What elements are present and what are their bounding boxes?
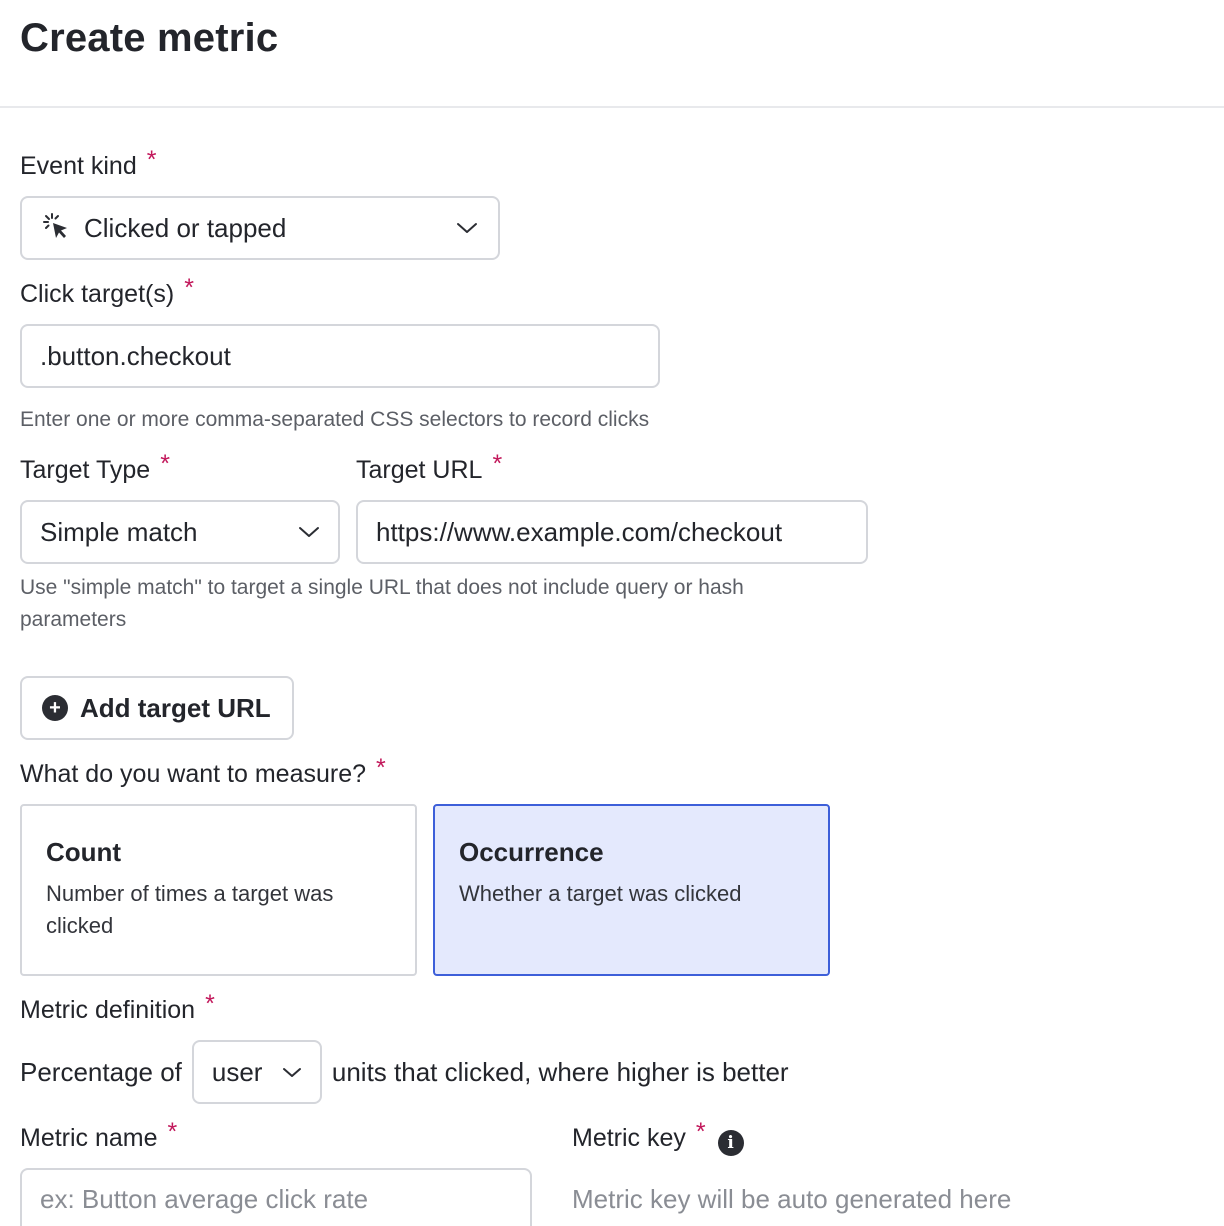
target-url-label-text: Target URL xyxy=(356,456,483,484)
click-targets-help: Enter one or more comma-separated CSS se… xyxy=(20,408,650,431)
event-kind-label-text: Event kind xyxy=(20,152,137,180)
required-marker: * xyxy=(695,1118,706,1146)
chevron-down-icon xyxy=(282,1066,302,1079)
count-option-description: Number of times a target was clicked xyxy=(46,881,334,938)
event-kind-select[interactable]: Clicked or tapped xyxy=(20,196,500,260)
required-marker: * xyxy=(167,1118,178,1146)
unit-value: user xyxy=(211,1056,263,1087)
metric-key-label-text: Metric key xyxy=(572,1124,686,1152)
chevron-down-icon xyxy=(456,221,478,235)
target-type-help: Use "simple match" to target a single UR… xyxy=(20,576,744,631)
event-kind-label: Event kind * xyxy=(20,146,156,182)
info-icon[interactable]: i xyxy=(717,1130,744,1156)
metric-name-label-text: Metric name xyxy=(20,1124,158,1152)
metric-definition-label-text: Metric definition xyxy=(20,996,196,1024)
target-type-label-text: Target Type xyxy=(20,456,151,484)
measure-option-occurrence[interactable]: Occurrence Whether a target was clicked xyxy=(433,804,830,976)
page-title: Create metric xyxy=(20,16,279,60)
target-type-select[interactable]: Simple match xyxy=(20,500,340,564)
unit-select[interactable]: user xyxy=(191,1040,322,1104)
chevron-down-icon xyxy=(298,525,320,539)
click-targets-label-text: Click target(s) xyxy=(20,280,175,308)
create-metric-page: Create metric Event kind * Clicked or tap… xyxy=(0,0,1224,1226)
required-marker: * xyxy=(184,274,194,302)
required-marker: * xyxy=(376,754,386,782)
plus-circle-icon: + xyxy=(42,695,68,721)
required-marker: * xyxy=(205,990,215,1018)
metric-definition-prefix: Percentage of xyxy=(20,1056,182,1087)
count-option-title: Count xyxy=(46,837,122,867)
measure-option-count[interactable]: Count Number of times a target was click… xyxy=(20,804,417,976)
target-url-label: Target URL * xyxy=(356,450,502,486)
required-marker: * xyxy=(160,450,170,478)
click-targets-label: Click target(s) * xyxy=(20,274,194,310)
click-targets-input[interactable]: .button.checkout xyxy=(20,324,660,388)
target-type-value: Simple match xyxy=(40,516,198,547)
metric-definition-label: Metric definition * xyxy=(20,990,215,1026)
measure-label: What do you want to measure? * xyxy=(20,754,386,790)
metric-name-input[interactable]: ex: Button average click rate xyxy=(20,1168,532,1226)
target-type-label: Target Type * xyxy=(20,450,170,486)
measure-label-text: What do you want to measure? xyxy=(20,760,367,788)
header-divider xyxy=(0,106,1224,108)
occurrence-option-title: Occurrence xyxy=(459,837,604,867)
required-marker: * xyxy=(492,450,503,478)
click-targets-value: .button.checkout xyxy=(40,340,231,371)
cursor-click-icon xyxy=(42,212,70,245)
metric-definition-row: Percentage of user units that clicked, w… xyxy=(20,1040,789,1104)
add-target-url-button[interactable]: + Add target URL xyxy=(20,676,294,740)
target-url-input[interactable]: https://www.example.com/checkout xyxy=(356,500,868,564)
metric-name-label: Metric name * xyxy=(20,1118,177,1154)
event-kind-value: Clicked or tapped xyxy=(84,212,287,243)
metric-definition-suffix: units that clicked, where higher is bett… xyxy=(331,1056,789,1087)
target-url-value: https://www.example.com/checkout xyxy=(376,516,783,547)
metric-key-label: Metric key * i xyxy=(572,1118,744,1156)
metric-name-placeholder: ex: Button average click rate xyxy=(40,1184,369,1214)
occurrence-option-description: Whether a target was clicked xyxy=(459,881,742,906)
required-marker: * xyxy=(146,146,157,174)
add-target-url-label: Add target URL xyxy=(80,692,271,723)
metric-key-placeholder: Metric key will be auto generated here xyxy=(572,1184,1012,1214)
